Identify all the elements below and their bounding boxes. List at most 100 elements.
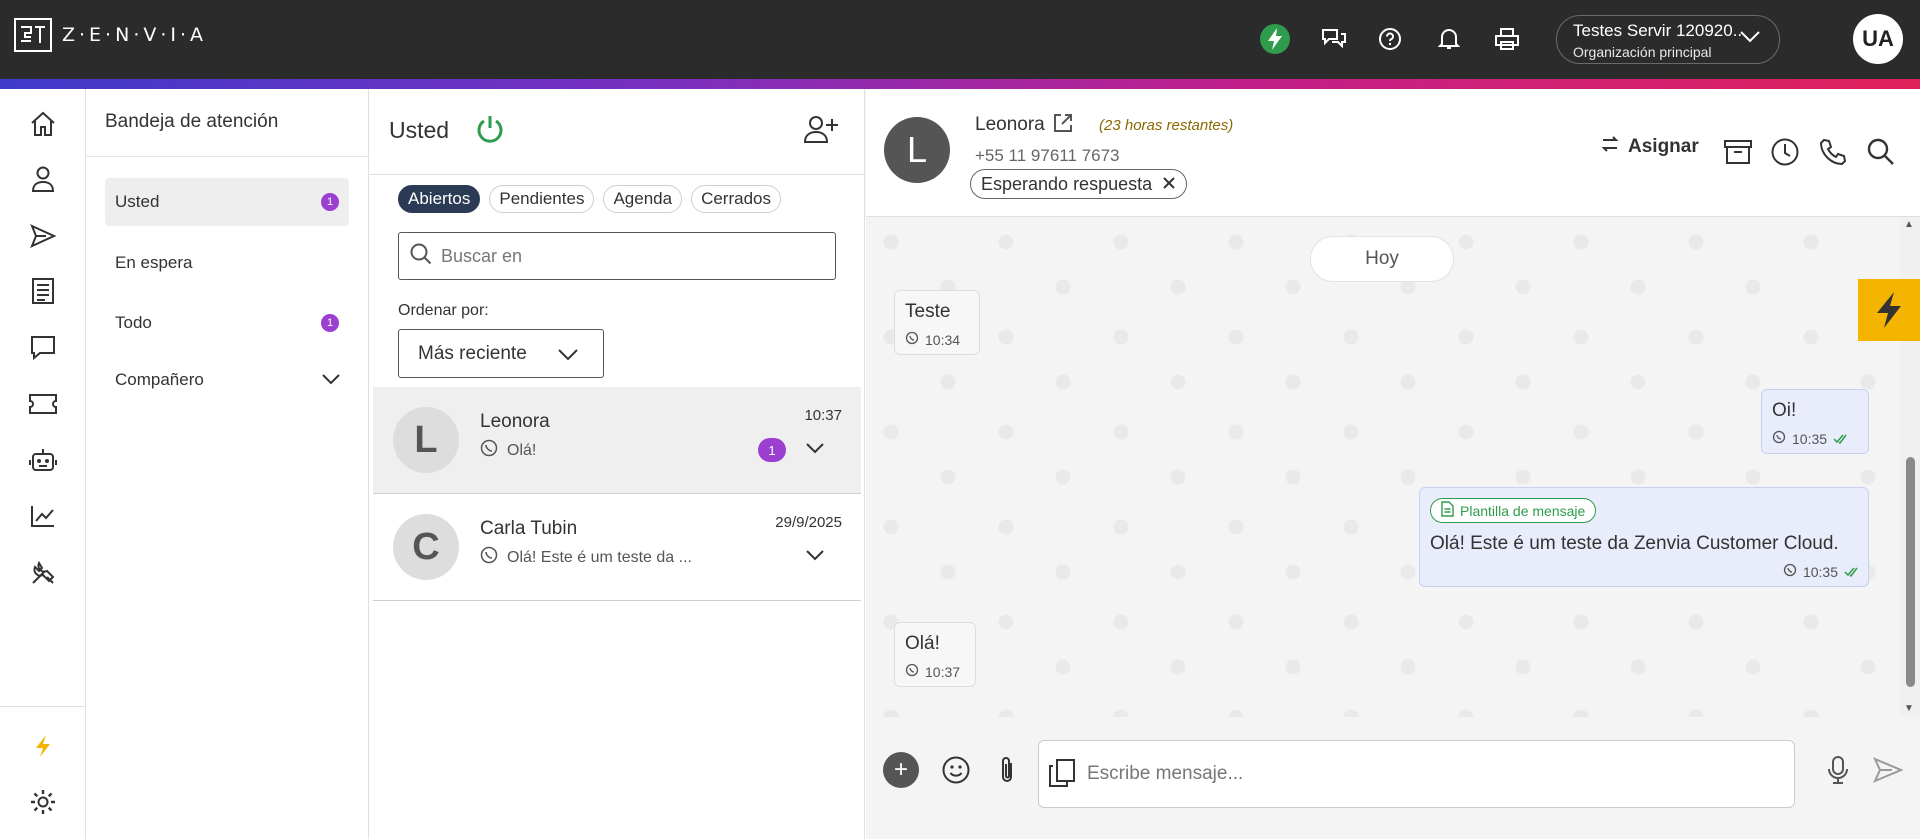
ticket-icon[interactable] [26,387,60,421]
analytics-icon[interactable] [26,499,60,533]
power-icon[interactable] [474,113,506,150]
nav-item-label: Usted [115,192,160,211]
send-icon[interactable] [26,219,60,253]
settings-icon[interactable] [26,785,60,819]
phone-icon[interactable] [1816,135,1850,169]
assign-label: Asignar [1628,136,1699,157]
paperclip-icon[interactable] [989,752,1025,788]
order-label: Ordenar por: [398,302,489,319]
order-value: Más reciente [418,342,527,364]
org-name: Testes Servir 120920... [1573,21,1743,40]
message-text: Olá! [905,633,940,654]
send-icon[interactable] [1870,752,1906,788]
conversation-item[interactable]: C Carla Tubin Olá! Este é um teste da ..… [373,494,861,601]
bolt-icon[interactable] [26,729,60,763]
message-bubble[interactable]: Oi! 10:35 [1761,389,1869,454]
emoji-icon[interactable] [938,752,974,788]
plus-icon[interactable]: + [883,752,919,788]
tab-abiertos[interactable]: Abiertos [398,185,481,213]
tab-agenda[interactable]: Agenda [603,185,683,213]
clock-icon[interactable] [1768,135,1802,169]
copy-icon[interactable] [1047,757,1077,794]
message-text: Teste [905,301,951,322]
search-box [398,232,836,280]
message-time: 10:37 [925,663,961,680]
microphone-icon[interactable] [1820,752,1856,788]
message-input-wrapper [1038,740,1795,808]
home-icon[interactable] [26,107,60,141]
order-select[interactable]: Más reciente [398,329,604,378]
bot-icon[interactable] [26,443,60,477]
swap-arrows-icon [1600,135,1620,159]
chat-bubbles-icon[interactable] [1317,22,1351,56]
status-label: Esperando respuesta [981,173,1153,194]
quick-action-bolt-icon[interactable] [1858,279,1920,341]
nav-item-label: Compañero [115,370,204,389]
list-divider [370,174,865,175]
template-message-bubble[interactable]: Plantilla de mensaje Olá! Este é um test… [1419,487,1869,587]
chat-header: L Leonora (23 horas restantes) +55 11 97… [866,89,1920,217]
message-text: Olá! Este é um teste da Zenvia Customer … [1430,533,1839,554]
nav-divider [86,156,369,157]
search-icon[interactable] [1864,135,1898,169]
close-icon[interactable] [1162,174,1176,195]
whatsapp-icon [480,546,498,569]
whatsapp-icon [1783,563,1797,580]
message-text: Oi! [1772,400,1797,421]
brand-gradient-bar [0,79,1920,89]
archive-icon[interactable] [1721,135,1755,169]
whatsapp-icon [1772,430,1786,447]
chevron-down-icon[interactable] [805,548,825,566]
inbox-title: Bandeja de atención [105,111,279,132]
bell-icon[interactable] [1432,22,1466,56]
message-time: 10:35 [1802,563,1838,580]
nav-item-label: En espera [115,253,193,272]
conversation-name: Leonora [480,411,550,432]
icon-rail [0,89,86,839]
nav-item-todo[interactable]: Todo 1 [105,299,349,347]
unread-badge: 1 [758,438,786,462]
rail-divider [0,706,86,707]
message-input[interactable] [1087,763,1777,785]
chat-icon[interactable] [26,330,60,364]
message-meta: 10:35 [1430,563,1858,580]
avatar: C [393,514,459,580]
document-icon[interactable] [26,274,60,308]
help-icon[interactable] [1373,22,1407,56]
day-separator: Hoy [1310,236,1454,282]
conversation-preview: Olá! Este é um teste da ... [480,546,692,569]
scroll-thumb[interactable] [1906,457,1915,687]
chevron-down-icon[interactable] [805,441,825,459]
zenvia-logo[interactable]: Z·E·N·V·I·A [14,18,207,52]
list-title: Usted [389,117,450,143]
bolt-status-icon[interactable] [1258,22,1292,56]
inbox-nav: Bandeja de atención Usted 1 En espera To… [86,89,369,839]
tab-pendientes[interactable]: Pendientes [489,185,595,213]
assign-button[interactable]: Asignar [1600,135,1699,159]
user-avatar[interactable]: UA [1853,14,1903,64]
organization-selector[interactable]: Testes Servir 120920... Organización pri… [1556,15,1780,64]
external-link-icon[interactable] [1052,112,1074,139]
org-subtitle: Organización principal [1573,44,1712,60]
conversation-item[interactable]: L Leonora Olá! 10:37 1 [373,387,861,494]
printer-icon[interactable] [1490,22,1524,56]
tab-cerrados[interactable]: Cerrados [691,185,781,213]
message-meta: 10:34 [905,331,969,348]
search-input[interactable] [441,245,811,267]
conversation-list-panel: Usted Abiertos Pendientes Agenda Cerrado… [370,89,865,839]
message-bubble[interactable]: Teste 10:34 [894,290,980,355]
nav-item-usted[interactable]: Usted 1 [105,178,349,226]
scroll-up-icon[interactable]: ▲ [1904,219,1914,230]
message-area[interactable]: Hoy Teste 10:34 Oi! 10:35 Plantilla de m… [866,217,1900,717]
double-check-icon [1833,431,1847,447]
add-user-icon[interactable] [802,113,840,150]
filter-tabs: Abiertos Pendientes Agenda Cerrados [398,185,781,213]
contacts-icon[interactable] [26,162,60,196]
scroll-down-icon[interactable]: ▼ [1904,703,1914,714]
message-bubble[interactable]: Olá! 10:37 [894,622,976,687]
brand-name: Z·E·N·V·I·A [62,24,208,46]
nav-item-en-espera[interactable]: En espera [105,239,349,287]
nav-item-companero[interactable]: Compañero [105,356,349,404]
tools-icon[interactable] [26,556,60,590]
message-time: 10:35 [1792,430,1828,447]
